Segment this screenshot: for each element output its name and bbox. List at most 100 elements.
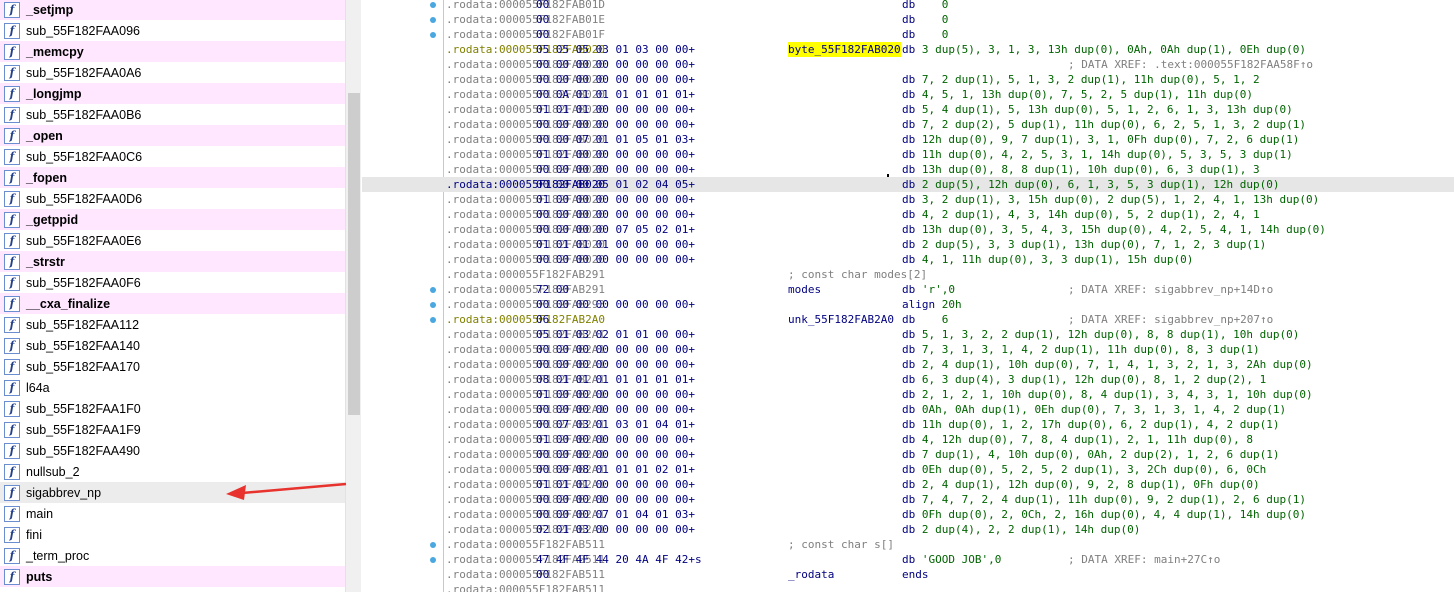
breakpoint-dot-icon[interactable] [430,32,436,38]
xref-comment[interactable]: ; DATA XREF: sigabbrev_np+207↑o [1068,312,1273,327]
disasm-line[interactable]: .rodata:000055F182FAB020 01 01 00 00 00 0… [362,147,1454,162]
disasm-line[interactable]: .rodata:000055F182FAB020 00 00 07 01 01 0… [362,132,1454,147]
disasm-line[interactable]: .rodata:000055F182FAB293 00 00 00 00 00 0… [362,297,1454,312]
disasm-line[interactable]: .rodata:000055F182FAB2A1 00 00 00 00 00 0… [362,357,1454,372]
function-list-item[interactable]: f puts [0,566,345,587]
disasm-line[interactable]: .rodata:000055F182FAB020 00 00 00 00 00 0… [362,117,1454,132]
disasm-line[interactable]: .rodata:000055F182FAB511 [362,582,1454,592]
disasm-line[interactable]: .rodata:000055F182FAB511 ; const char s[] [362,537,1454,552]
function-list-item[interactable]: f main [0,503,345,524]
function-list-item[interactable]: f _fopen [0,167,345,188]
breakpoint-dot-icon[interactable] [430,2,436,8]
opcode-bytes: 08 01 01 01 01 01 01 01+ [536,373,695,386]
breakpoint-dot-icon[interactable] [430,17,436,23]
label[interactable]: unk_55F182FAB2A0 [788,312,894,327]
address: .rodata:000055F182FAB511 [446,568,605,581]
function-list-item[interactable]: f l64a [0,377,345,398]
breakpoint-dot-icon[interactable] [430,317,436,323]
disasm-line[interactable]: .rodata:000055F182FAB2A1 01 00 00 00 00 0… [362,432,1454,447]
disasm-line[interactable]: .rodata:000055F182FAB2A1 00 00 00 00 00 0… [362,402,1454,417]
label[interactable]: modes [788,282,821,297]
disasm-line[interactable]: .rodata:000055F182FAB01F 00 db 0 [362,27,1454,42]
disasm-line[interactable]: .rodata:000055F182FAB020 05 05 05 03 01 0… [362,42,1454,57]
function-list-item[interactable]: f sub_55F182FAA096 [0,20,345,41]
function-list-item[interactable]: f sub_55F182FAA0B6 [0,104,345,125]
disasm-line[interactable]: .rodata:000055F182FAB020 00 00 00 00 07 0… [362,222,1454,237]
function-list-item[interactable]: f sub_55F182FAA0C6 [0,146,345,167]
opcode-bytes: 00 00 00 00 00 00 00 00+ [536,253,695,266]
function-list-item[interactable]: f sub_55F182FAA1F0 [0,398,345,419]
scrollbar-thumb[interactable] [348,93,360,415]
disasm-line[interactable]: .rodata:000055F182FAB511 00 _rodata ends [362,567,1454,582]
disasm-line[interactable]: .rodata:000055F182FAB020 00 0A 01 01 01 0… [362,87,1454,102]
disasm-line[interactable]: .rodata:000055F182FAB2A1 00 00 00 00 00 0… [362,447,1454,462]
disasm-line[interactable]: .rodata:000055F182FAB2A1 00 00 00 00 00 0… [362,342,1454,357]
disasm-line[interactable]: .rodata:000055F182FAB020 00 00 00 00 00 0… [362,72,1454,87]
function-list-item[interactable]: f sub_55F182FAA0A6 [0,62,345,83]
function-list-item[interactable]: f sub_55F182FAA490 [0,440,345,461]
label[interactable]: _rodata [788,567,834,582]
function-list-item[interactable]: f _setjmp [0,0,345,20]
function-list-item[interactable]: f sub_55F182FAA170 [0,356,345,377]
function-list-item[interactable]: f _getppid [0,209,345,230]
mnemonic-text: db [902,493,916,506]
mnemonic: db 2, 4 dup(1), 12h dup(0), 9, 2, 8 dup(… [902,477,1260,492]
function-list-scrollbar[interactable] [345,0,361,592]
disasm-line[interactable]: .rodata:000055F182FAB2A1 00 00 00 00 00 0… [362,492,1454,507]
function-list-item[interactable]: f _strstr [0,251,345,272]
opcode-bytes: 00 00 00 00 00 00 00 00+ [536,118,695,131]
disasm-line[interactable]: .rodata:000055F182FAB020 01 01 01 01 00 0… [362,237,1454,252]
disasm-line[interactable]: .rodata:000055F182FAB020 00 00 00 00 00 0… [362,57,1454,72]
breakpoint-dot-icon[interactable] [430,542,436,548]
function-name: _getppid [26,212,79,227]
label[interactable]: byte_55F182FAB020 [788,42,901,57]
xref-comment[interactable]: ; DATA XREF: sigabbrev_np+14D↑o [1068,282,1273,297]
disasm-line[interactable]: .rodata:000055F182FAB2A1 00 00 00 07 01 0… [362,507,1454,522]
mnemonic: db 0Ah, 0Ah dup(1), 0Eh dup(0), 7, 3, 1,… [902,402,1286,417]
function-list-item[interactable]: f _term_proc [0,545,345,566]
function-list-item[interactable]: f sub_55F182FAA140 [0,335,345,356]
disasm-line[interactable]: .rodata:000055F182FAB020 01 00 00 00 00 0… [362,192,1454,207]
disasm-line[interactable]: .rodata:000055F182FAB291 72 00 modes db 'r'… [362,282,1454,297]
function-list-item[interactable]: f sub_55F182FAA0E6 [0,230,345,251]
breakpoint-dot-icon[interactable] [430,557,436,563]
disasm-line[interactable]: .rodata:000055F182FAB2A1 02 01 03 00 00 0… [362,522,1454,537]
function-list-item[interactable]: f sub_55F182FAA1F9 [0,419,345,440]
function-list-item[interactable]: f sub_55F182FAA112 [0,314,345,335]
mnemonic-text: db [902,88,916,101]
function-name: sub_55F182FAA0E6 [26,233,142,248]
disasm-line[interactable]: .rodata:000055F182FAB01D 00 db 0 [362,0,1454,12]
mnemonic: db 2 dup(4), 2, 2 dup(1), 14h dup(0) [902,522,1140,537]
xref-comment[interactable]: ; DATA XREF: main+27C↑o [1068,552,1220,567]
disasm-line[interactable]: .rodata:000055F182FAB020 00 00 00 00 00 0… [362,252,1454,267]
opcode-bytes: 00 00 00 07 01 04 01 03+ [536,508,695,521]
mnemonic-text: db [902,73,916,86]
disasm-line[interactable]: .rodata:000055F182FAB020 00 00 00 00 00 0… [362,207,1454,222]
function-list-item[interactable]: f fini [0,524,345,545]
disasm-line[interactable]: .rodata:000055F182FAB2A1 01 00 00 00 00 0… [362,387,1454,402]
function-list-item[interactable]: f sub_55F182FAA0F6 [0,272,345,293]
disasm-line[interactable]: .rodata:000055F182FAB020 00 00 00 00 00 0… [362,162,1454,177]
disasm-line[interactable]: .rodata:000055F182FAB2A1 08 01 01 01 01 0… [362,372,1454,387]
mnemonic: db 4, 1, 11h dup(0), 3, 3 dup(1), 15h du… [902,252,1193,267]
disasm-line[interactable]: .rodata:000055F182FAB2A1 05 01 03 02 01 0… [362,327,1454,342]
disasm-line[interactable]: .rodata:000055F182FAB2A1 00 07 03 01 03 0… [362,417,1454,432]
disassembly-view[interactable]: .rodata:000055F182FAB01D 00 db 0 .rodata:00… [362,0,1454,592]
disasm-line[interactable]: .rodata:000055F182FAB020 01 01 01 00 00 0… [362,102,1454,117]
disasm-line[interactable]: .rodata:000055F182FAB01E 00 db 0 [362,12,1454,27]
disasm-line[interactable]: .rodata:000055F182FAB2A0 06 unk_55F182FAB2… [362,312,1454,327]
disasm-line[interactable]: .rodata:000055F182FAB2A1 00 00 08 01 01 0… [362,462,1454,477]
disasm-line[interactable]: .rodata:000055F182FAB020 00 00 00 05 01 0… [362,177,1454,192]
disasm-line[interactable]: .rodata:000055F182FAB511 47 4F 4F 44 20 4… [362,552,1454,567]
xref-comment[interactable]: ; DATA XREF: .text:000055F182FAA58F↑o [1068,57,1313,72]
function-list-item[interactable]: f _open [0,125,345,146]
function-list-item[interactable]: f _memcpy [0,41,345,62]
function-list-item[interactable]: f sub_55F182FAA0D6 [0,188,345,209]
disasm-line[interactable]: .rodata:000055F182FAB2A1 01 01 01 00 00 0… [362,477,1454,492]
function-list-item[interactable]: f __cxa_finalize [0,293,345,314]
disasm-line[interactable]: .rodata:000055F182FAB291 ; const char mod… [362,267,1454,282]
opcode-bytes: 00 0A 01 01 01 01 01 01+ [536,88,695,101]
function-list-item[interactable]: f _longjmp [0,83,345,104]
breakpoint-dot-icon[interactable] [430,287,436,293]
breakpoint-dot-icon[interactable] [430,302,436,308]
